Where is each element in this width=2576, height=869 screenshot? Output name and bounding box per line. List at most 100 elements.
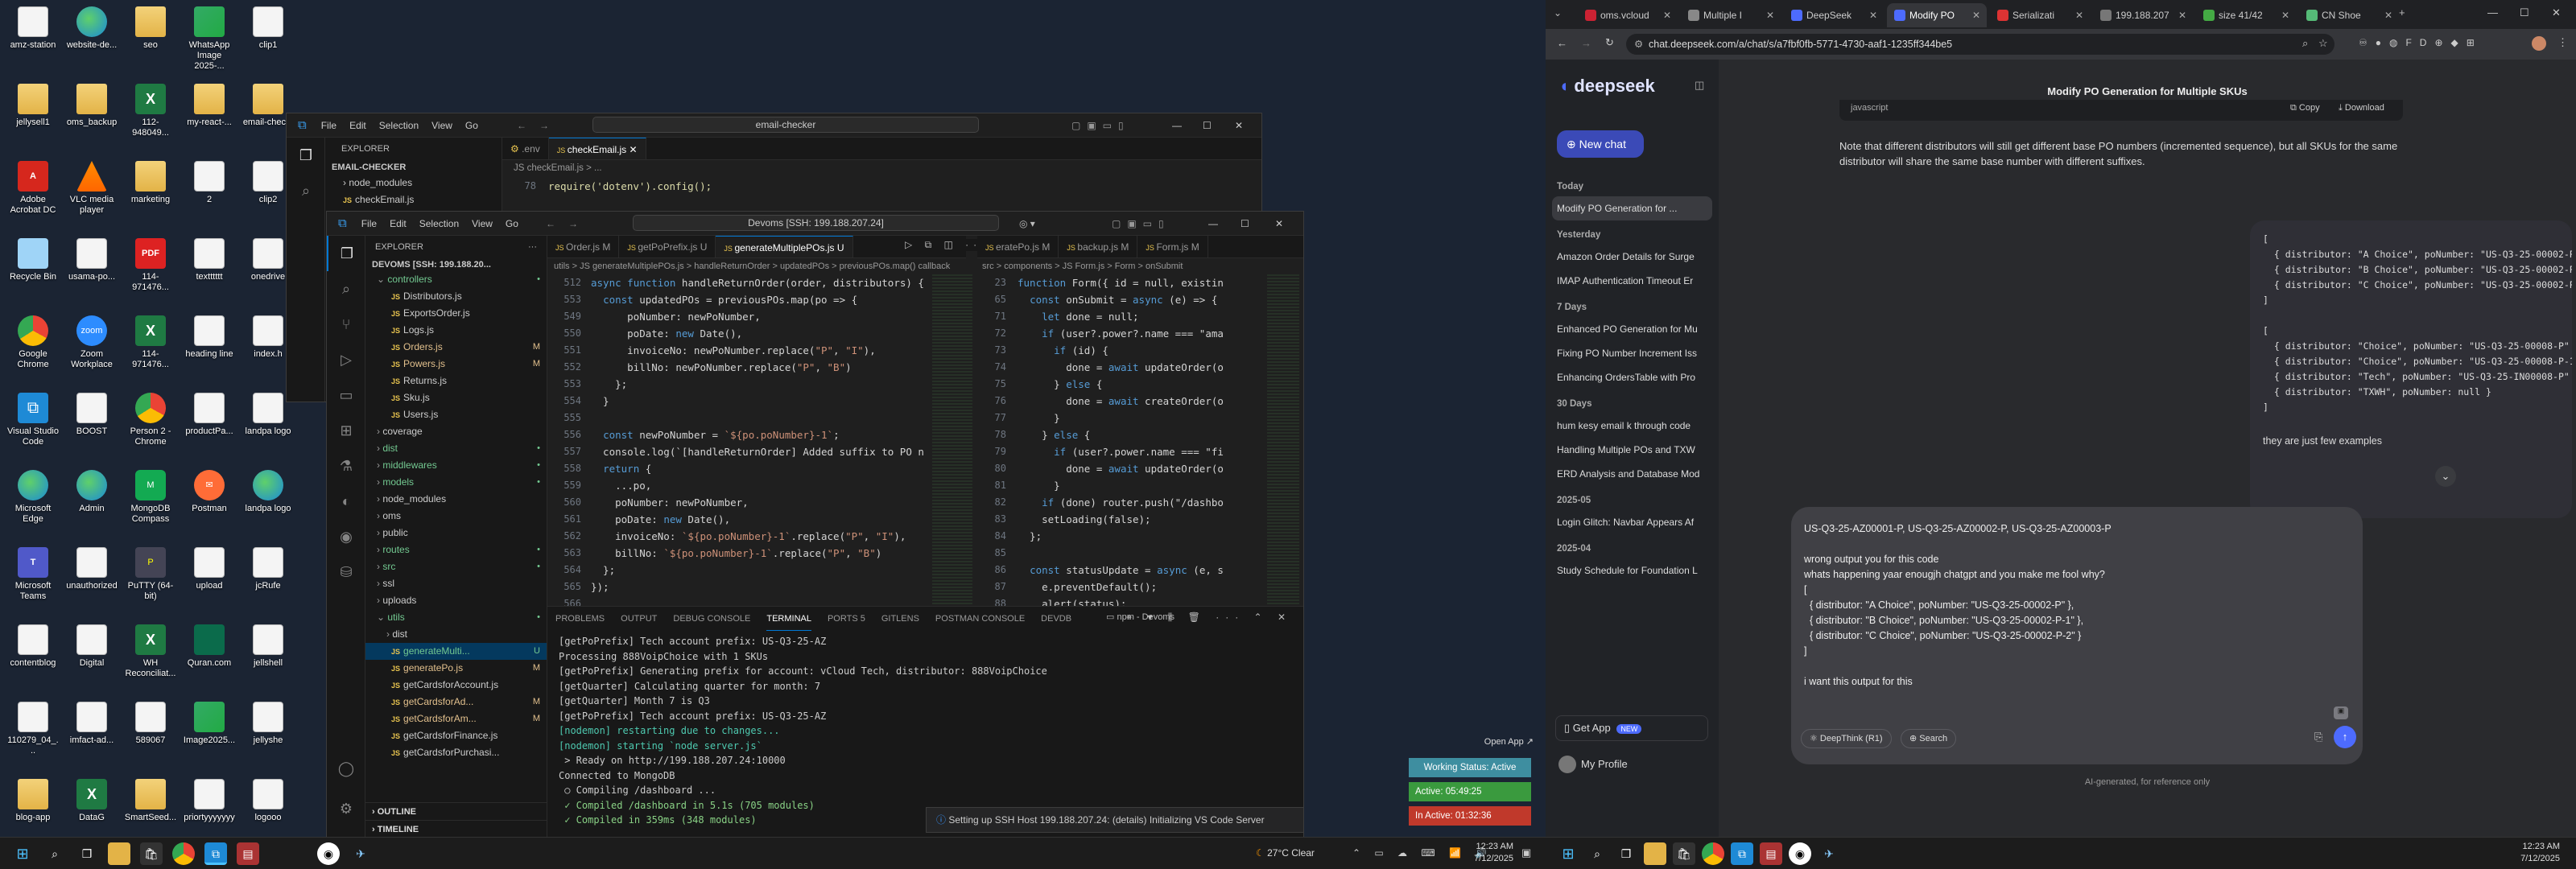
desktop-icon-pdf[interactable]: PDF 114-971476...: [124, 238, 177, 293]
minimize-button[interactable]: —: [1172, 120, 1182, 131]
run-debug-icon[interactable]: ▷: [327, 342, 365, 377]
desktop-icon-doc[interactable]: productPa...: [183, 393, 236, 437]
tree-item[interactable]: JS getCardsforFinance.js: [365, 727, 547, 744]
desktop-icon-edge[interactable]: website-de...: [65, 6, 118, 51]
menu-selection[interactable]: Selection: [413, 218, 465, 229]
desktop-icon-edge[interactable]: Microsoft Edge: [6, 470, 60, 525]
search-icon[interactable]: ⌕: [1586, 842, 1608, 865]
desktop-icon-doc[interactable]: priortyyyyyyy: [183, 779, 236, 823]
close-tab-icon[interactable]: ✕: [2384, 3, 2392, 27]
desktop-icon-doc[interactable]: 2: [183, 161, 236, 205]
desktop-icon-doc[interactable]: usama-po...: [65, 238, 118, 282]
desktop-icon-teams[interactable]: T Microsoft Teams: [6, 547, 60, 602]
tree-item[interactable]: JS Distributors.js: [365, 288, 547, 305]
tree-item[interactable]: JS Powers.js M: [365, 356, 547, 373]
desktop-icon-doc[interactable]: upload: [183, 547, 236, 591]
editor-tab[interactable]: JS generateMultiplePOs.js U: [716, 236, 853, 257]
gitlens-icon[interactable]: ◐: [327, 484, 365, 519]
reload-icon[interactable]: ↻: [1605, 36, 1614, 49]
desktop-icon-excel[interactable]: X DataG: [65, 779, 118, 823]
deepthink-button[interactable]: ⚛ DeepThink (R1): [1801, 729, 1892, 748]
tab-search-icon[interactable]: ⌄: [1554, 7, 1562, 19]
site-info-icon[interactable]: ⚙: [1634, 34, 1643, 55]
desktop-icon-recycle[interactable]: Recycle Bin: [6, 238, 60, 282]
tree-item-node-modules[interactable]: › node_modules: [325, 175, 502, 192]
address-bar[interactable]: ⚙ chat.deepseek.com/a/chat/s/a7fbf0fb-57…: [1626, 34, 2334, 55]
desktop-icon-vlc[interactable]: VLC media player: [65, 161, 118, 216]
deepseek-logo[interactable]: ◖ deepseek: [1558, 76, 1655, 97]
file-explorer-icon[interactable]: [108, 842, 130, 865]
outline-section[interactable]: › OUTLINE: [365, 802, 547, 820]
tree-item[interactable]: ⌄ utils •: [365, 609, 547, 626]
desktop-icon-putty[interactable]: P PuTTY (64-bit): [124, 547, 177, 602]
attach-icon[interactable]: ⎘: [2314, 731, 2322, 743]
search-icon[interactable]: ⌕: [327, 271, 365, 307]
copilot-icon[interactable]: ◎ ▾: [1019, 218, 1035, 229]
desktop-icon-excel[interactable]: X 112-948049...: [124, 84, 177, 138]
tree-item[interactable]: › coverage: [365, 423, 547, 440]
back-arrow-icon[interactable]: ←: [517, 120, 526, 131]
collapse-sidebar-icon[interactable]: ◫: [1695, 79, 1704, 92]
desktop-icon-chrome[interactable]: Person 2 - Chrome: [124, 393, 177, 447]
weather-widget[interactable]: ☾ 27°C Clear: [1256, 847, 1315, 859]
command-search-input[interactable]: email-checker: [592, 117, 979, 133]
tree-item-checkemail[interactable]: JS checkEmail.js: [325, 192, 502, 208]
clock[interactable]: 12:23 AM 7/12/2025: [1449, 841, 1513, 865]
desktop-icon-edge[interactable]: landpa logo: [242, 470, 295, 514]
search-button[interactable]: ⊕ Search: [1901, 729, 1957, 748]
explorer-icon[interactable]: ❐: [327, 236, 365, 271]
source-control-icon[interactable]: ⑂: [327, 307, 365, 342]
store-icon[interactable]: 🛍: [1673, 842, 1695, 865]
chrome-icon[interactable]: [172, 842, 195, 865]
history-item[interactable]: Modify PO Generation for ...: [1552, 196, 1712, 220]
desktop-icon-doc[interactable]: 110279_04_...: [6, 702, 60, 756]
scroll-down-button[interactable]: ⌄: [2435, 466, 2456, 487]
vscode-taskbar-icon[interactable]: ⧉: [204, 842, 227, 865]
history-item[interactable]: Enhanced PO Generation for Mu: [1546, 317, 1719, 341]
extensions-icon[interactable]: ⊞: [327, 413, 365, 448]
send-button[interactable]: ↑: [2334, 726, 2356, 748]
desktop-icon-postman[interactable]: ✉ Postman: [183, 470, 236, 514]
minimize-button[interactable]: —: [1208, 218, 1218, 229]
browser-menu-icon[interactable]: ⋮: [2557, 36, 2568, 49]
tree-item[interactable]: JS Sku.js: [365, 389, 547, 406]
tree-item[interactable]: JS Orders.js M: [365, 339, 547, 356]
tree-item[interactable]: JS getCardsforAm... M: [365, 710, 547, 727]
tree-item[interactable]: › ssl: [365, 575, 547, 592]
panel-tab[interactable]: DEVDB: [1041, 607, 1071, 631]
layout-icons[interactable]: ▢▣▭▯: [1112, 218, 1170, 229]
browser-tab[interactable]: Serializati ✕: [1990, 3, 2090, 27]
desktop-icon-doc[interactable]: contentblog: [6, 624, 60, 669]
search-icon[interactable]: ⌕: [43, 842, 66, 865]
panel-tab[interactable]: OUTPUT: [621, 607, 657, 631]
forward-arrow-icon[interactable]: →: [568, 218, 578, 229]
maximize-button[interactable]: ☐: [2520, 6, 2529, 19]
open-app-link[interactable]: Open App ↗: [1409, 736, 1534, 747]
desktop-icon-folder[interactable]: jellysell1: [6, 84, 60, 128]
menu-file[interactable]: File: [315, 120, 343, 131]
tree-item[interactable]: ⌄ controllers •: [365, 271, 547, 288]
desktop-icon-zoom[interactable]: zoom Zoom Workplace: [65, 315, 118, 370]
forward-icon[interactable]: →: [1581, 37, 1591, 49]
history-item[interactable]: Enhancing OrdersTable with Pro: [1546, 365, 1719, 389]
desktop-icon-folder[interactable]: my-react-...: [183, 84, 236, 128]
close-tab-icon[interactable]: ✕: [2075, 3, 2083, 27]
tree-item[interactable]: › middlewares •: [365, 457, 547, 474]
extension-icons[interactable]: ♾●◍FD⊕◆⊞: [2359, 37, 2483, 48]
tree-item[interactable]: › oms: [365, 508, 547, 525]
explorer-icon[interactable]: ❐: [287, 138, 325, 173]
forward-arrow-icon[interactable]: →: [539, 120, 549, 131]
start-button[interactable]: ⊞: [1557, 842, 1579, 865]
tree-item[interactable]: › src •: [365, 558, 547, 575]
editor-tab[interactable]: JS getPoPrefix.js U: [619, 236, 716, 257]
history-item[interactable]: Login Glitch: Navbar Appears Af: [1546, 510, 1719, 534]
vscode-taskbar-icon[interactable]: ⧉: [1731, 842, 1753, 865]
close-button[interactable]: ✕: [1275, 218, 1283, 229]
maximize-button[interactable]: ☐: [1241, 218, 1249, 229]
history-item[interactable]: hum kesy email k through code: [1546, 414, 1719, 438]
new-chat-button[interactable]: ⊕ New chat: [1557, 130, 1644, 158]
editor-tab[interactable]: JS eratePo.js M: [977, 236, 1059, 257]
tree-item[interactable]: JS getCardsforAccount.js: [365, 677, 547, 694]
desktop-icon-doc[interactable]: clip1: [242, 6, 295, 51]
close-button[interactable]: ✕: [2552, 6, 2561, 19]
